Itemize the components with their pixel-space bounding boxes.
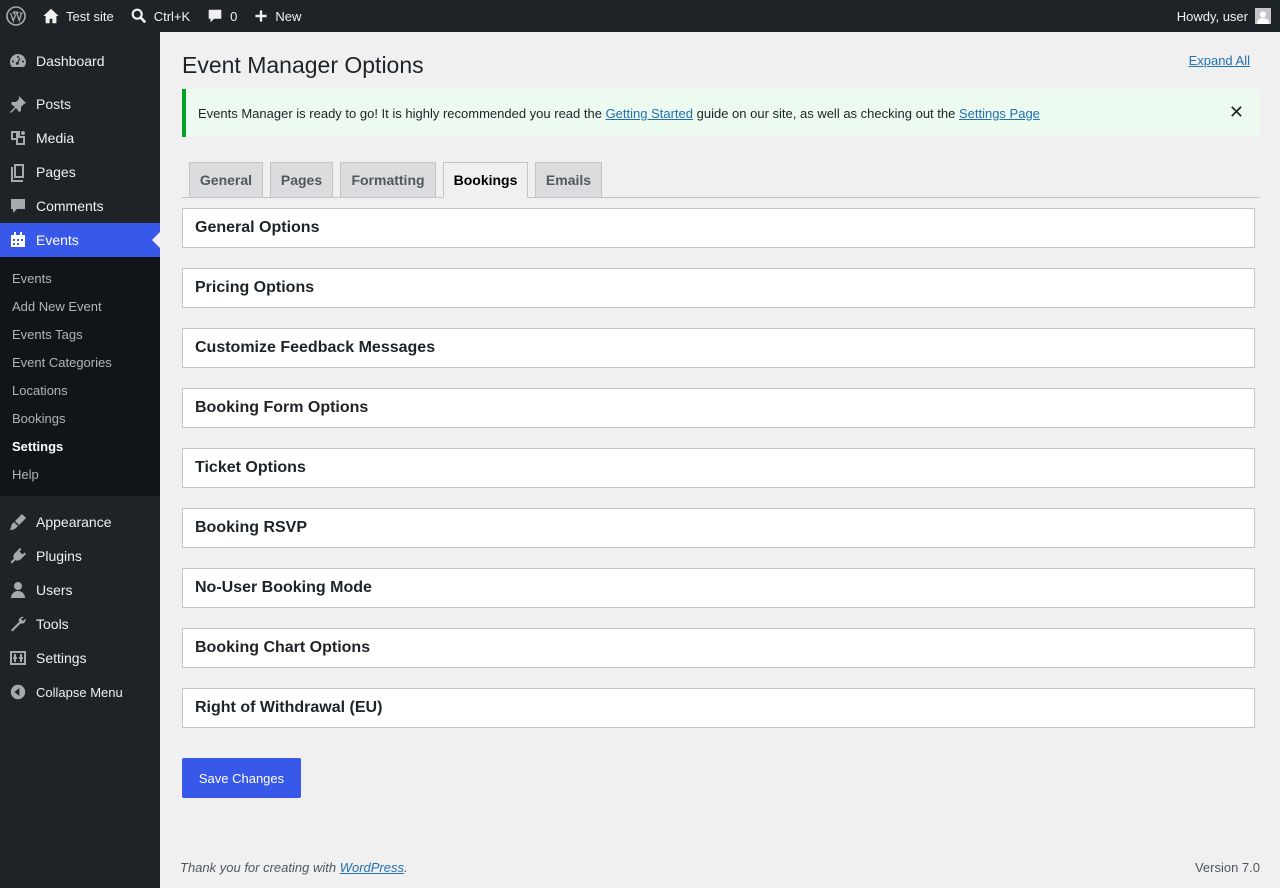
settings-icon [0, 648, 36, 668]
menu-label: Plugins [36, 548, 82, 564]
pages-icon [0, 162, 36, 182]
success-notice: Events Manager is ready to go! It is hig… [182, 89, 1260, 137]
site-name-link[interactable]: Test site [34, 0, 122, 32]
submenu-event-categories[interactable]: Event Categories [0, 348, 160, 376]
settings-page-link[interactable]: Settings Page [959, 106, 1040, 121]
menu-label: Media [36, 130, 75, 146]
menu-label: Settings [36, 650, 87, 666]
home-icon [42, 7, 60, 25]
submenu-settings[interactable]: Settings [0, 432, 160, 460]
expand-all-link[interactable]: Expand All [1189, 53, 1250, 68]
submenu-help[interactable]: Help [0, 460, 160, 488]
avatar [1255, 8, 1271, 24]
menu-tools[interactable]: Tools [0, 607, 160, 641]
section-booking-chart-options[interactable]: Booking Chart Options [182, 628, 1255, 668]
tab-general[interactable]: General [189, 162, 263, 198]
collapse-menu-button[interactable]: Collapse Menu [0, 675, 160, 709]
tab-formatting[interactable]: Formatting [340, 162, 436, 198]
calendar-icon [0, 230, 36, 250]
admin-sidebar: Dashboard Posts Media Pages Comments Eve… [0, 32, 160, 888]
plus-icon [253, 8, 269, 24]
submenu-add-new-event[interactable]: Add New Event [0, 292, 160, 320]
menu-pages[interactable]: Pages [0, 155, 160, 189]
tab-pages[interactable]: Pages [270, 162, 333, 198]
submenu-bookings[interactable]: Bookings [0, 404, 160, 432]
section-feedback-messages[interactable]: Customize Feedback Messages [182, 328, 1255, 368]
notice-text: Events Manager is ready to go! It is hig… [198, 106, 1040, 121]
section-ticket-options[interactable]: Ticket Options [182, 448, 1255, 488]
section-right-of-withdrawal[interactable]: Right of Withdrawal (EU) [182, 688, 1255, 728]
submenu-events-tags[interactable]: Events Tags [0, 320, 160, 348]
search-icon [130, 7, 148, 25]
comments-link[interactable]: 0 [198, 0, 245, 32]
dismiss-notice-icon[interactable]: ✕ [1229, 103, 1244, 121]
menu-dashboard[interactable]: Dashboard [0, 44, 160, 78]
tab-bookings[interactable]: Bookings [443, 162, 528, 198]
plug-icon [0, 546, 36, 566]
menu-posts[interactable]: Posts [0, 87, 160, 121]
tab-emails[interactable]: Emails [535, 162, 602, 198]
menu-comments[interactable]: Comments [0, 189, 160, 223]
section-booking-rsvp[interactable]: Booking RSVP [182, 508, 1255, 548]
main-content: Event Manager Options Expand All Events … [160, 32, 1280, 888]
menu-media[interactable]: Media [0, 121, 160, 155]
wordpress-logo-icon[interactable] [0, 0, 34, 32]
menu-label: Posts [36, 96, 72, 112]
my-account[interactable]: Howdy, user [1177, 8, 1280, 24]
wordpress-link[interactable]: WordPress [340, 860, 404, 875]
menu-label: Tools [36, 616, 69, 632]
search-command[interactable]: Ctrl+K [122, 0, 198, 32]
wrench-icon [0, 614, 36, 634]
menu-label: Dashboard [36, 53, 105, 69]
events-submenu: Events Add New Event Events Tags Event C… [0, 257, 160, 496]
page-title: Event Manager Options [182, 52, 424, 78]
menu-label: Users [36, 582, 73, 598]
menu-plugins[interactable]: Plugins [0, 539, 160, 573]
user-icon [0, 580, 36, 600]
footer-thanks: Thank you for creating with WordPress. [180, 860, 408, 875]
new-label: New [275, 8, 302, 24]
brush-icon [0, 512, 36, 532]
menu-label: Pages [36, 164, 76, 180]
menu-label: Appearance [36, 514, 112, 530]
collapse-label: Collapse Menu [36, 684, 123, 700]
greeting: Howdy, user [1176, 8, 1248, 24]
save-changes-button[interactable]: Save Changes [182, 758, 301, 798]
footer-thanks-end: . [404, 860, 408, 875]
site-name: Test site [66, 8, 114, 24]
menu-users[interactable]: Users [0, 573, 160, 607]
submenu-locations[interactable]: Locations [0, 376, 160, 404]
menu-label: Events [36, 232, 79, 248]
comments-count: 0 [230, 8, 238, 24]
section-general-options[interactable]: General Options [182, 208, 1255, 248]
comment-icon [0, 196, 36, 216]
pin-icon [0, 94, 36, 114]
settings-tabs: General Pages Formatting Bookings Emails [182, 162, 1260, 198]
menu-label: Comments [36, 198, 104, 214]
menu-events[interactable]: Events [0, 223, 160, 257]
section-no-user-booking[interactable]: No-User Booking Mode [182, 568, 1255, 608]
notice-text-before: Events Manager is ready to go! It is hig… [198, 105, 606, 121]
submenu-events[interactable]: Events [0, 264, 160, 292]
menu-appearance[interactable]: Appearance [0, 505, 160, 539]
new-content-button[interactable]: New [245, 0, 309, 32]
menu-settings[interactable]: Settings [0, 641, 160, 675]
section-booking-form-options[interactable]: Booking Form Options [182, 388, 1255, 428]
search-shortcut: Ctrl+K [153, 8, 191, 24]
collapse-icon [0, 683, 36, 701]
section-pricing-options[interactable]: Pricing Options [182, 268, 1255, 308]
dashboard-icon [0, 51, 36, 71]
getting-started-link[interactable]: Getting Started [606, 106, 693, 121]
comment-icon [206, 7, 224, 25]
media-icon [0, 128, 36, 148]
footer-thanks-text: Thank you for creating with [180, 860, 340, 875]
notice-text-middle: guide on our site, as well as checking o… [693, 105, 959, 121]
footer-version: Version 7.0 [1194, 860, 1260, 875]
admin-bar: Test site Ctrl+K 0 New Howdy, user [0, 0, 1280, 32]
